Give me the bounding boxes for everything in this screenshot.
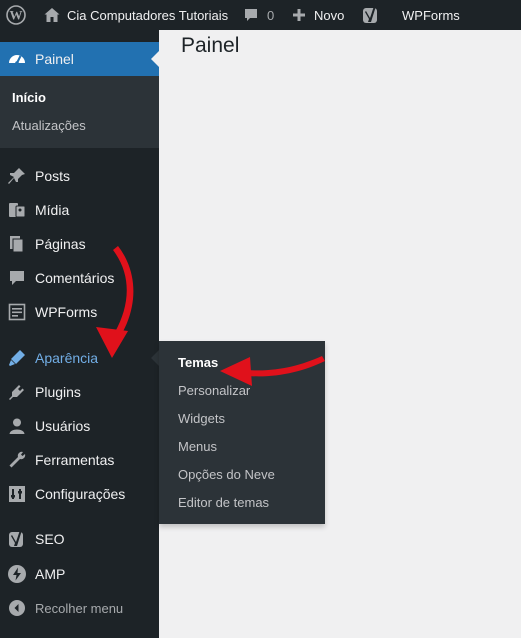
menu-seo-label: SEO [35,531,65,547]
submenu-opcoes-do-neve[interactable]: Opções do Neve [178,467,275,482]
yoast-icon[interactable] [362,0,380,30]
menu-aparencia-label: Aparência [35,350,99,366]
menu-amp[interactable]: AMP [0,557,159,591]
comments-link[interactable]: 0 [243,0,274,30]
new-content-link[interactable]: Novo [292,0,344,30]
comments-icon [7,268,27,288]
amp-icon [7,564,27,584]
menu-configuracoes-label: Configurações [35,486,126,502]
collapse-menu-button[interactable]: Recolher menu [0,591,159,625]
painel-submenu: Início Atualizações [0,76,159,148]
comments-count: 0 [267,7,275,23]
yoast-icon [7,529,27,549]
submenu-inicio[interactable]: Início [12,90,46,105]
plugins-icon [7,382,27,402]
menu-painel[interactable]: Painel [0,42,159,76]
menu-comentarios-label: Comentários [35,270,115,286]
wpforms-icon [7,302,27,322]
flyout-notch [151,350,159,366]
page-title: Painel [181,34,240,57]
tools-icon [7,450,27,470]
submenu-menus[interactable]: Menus [178,439,217,454]
menu-ferramentas[interactable]: Ferramentas [0,443,159,477]
appearance-flyout-menu: Temas Personalizar Widgets Menus Opções … [159,341,325,524]
admin-bar: W Cia Computadores Tutoriais 0 Novo WPFo… [0,0,521,30]
menu-comentarios[interactable]: Comentários [0,261,159,295]
menu-midia-label: Mídia [35,202,70,218]
comment-icon [243,7,259,23]
menu-usuarios-label: Usuários [35,418,91,434]
menu-plugins-label: Plugins [35,384,81,400]
appearance-icon [7,348,27,368]
media-icon [7,200,27,220]
collapse-icon [7,598,27,618]
menu-paginas-label: Páginas [35,236,86,252]
menu-seo[interactable]: SEO [0,522,159,556]
menu-posts-label: Posts [35,168,71,184]
new-label: Novo [314,7,345,23]
current-menu-notch [151,51,159,67]
menu-painel-label: Painel [35,51,74,67]
submenu-widgets[interactable]: Widgets [178,411,225,426]
plus-icon [292,8,306,22]
users-icon [7,416,27,436]
wordpress-icon[interactable]: W [6,0,26,30]
menu-midia[interactable]: Mídia [0,193,159,227]
home-icon [43,6,61,24]
dashboard-icon [7,49,27,69]
site-name-link[interactable]: Cia Computadores Tutoriais [43,0,228,30]
menu-usuarios[interactable]: Usuários [0,409,159,443]
pages-icon [7,234,27,254]
menu-posts[interactable]: Posts [0,159,159,193]
admin-sidebar: Painel Início Atualizações Posts Mídia P… [0,30,159,638]
submenu-editor-de-temas[interactable]: Editor de temas [178,495,269,510]
menu-plugins[interactable]: Plugins [0,375,159,409]
submenu-atualizacoes[interactable]: Atualizações [12,118,86,133]
menu-paginas[interactable]: Páginas [0,227,159,261]
menu-wpforms[interactable]: WPForms [0,295,159,329]
svg-text:W: W [10,8,23,23]
site-name: Cia Computadores Tutoriais [67,7,229,23]
submenu-temas[interactable]: Temas [178,355,218,370]
collapse-menu-label: Recolher menu [35,600,124,616]
settings-icon [7,484,27,504]
menu-configuracoes[interactable]: Configurações [0,477,159,511]
menu-wpforms-label: WPForms [35,304,98,320]
menu-aparencia[interactable]: Aparência [0,341,159,375]
pin-icon [7,166,27,186]
submenu-personalizar[interactable]: Personalizar [178,383,250,398]
menu-amp-label: AMP [35,566,66,582]
wpforms-link[interactable]: WPForms [402,0,460,30]
menu-ferramentas-label: Ferramentas [35,452,115,468]
